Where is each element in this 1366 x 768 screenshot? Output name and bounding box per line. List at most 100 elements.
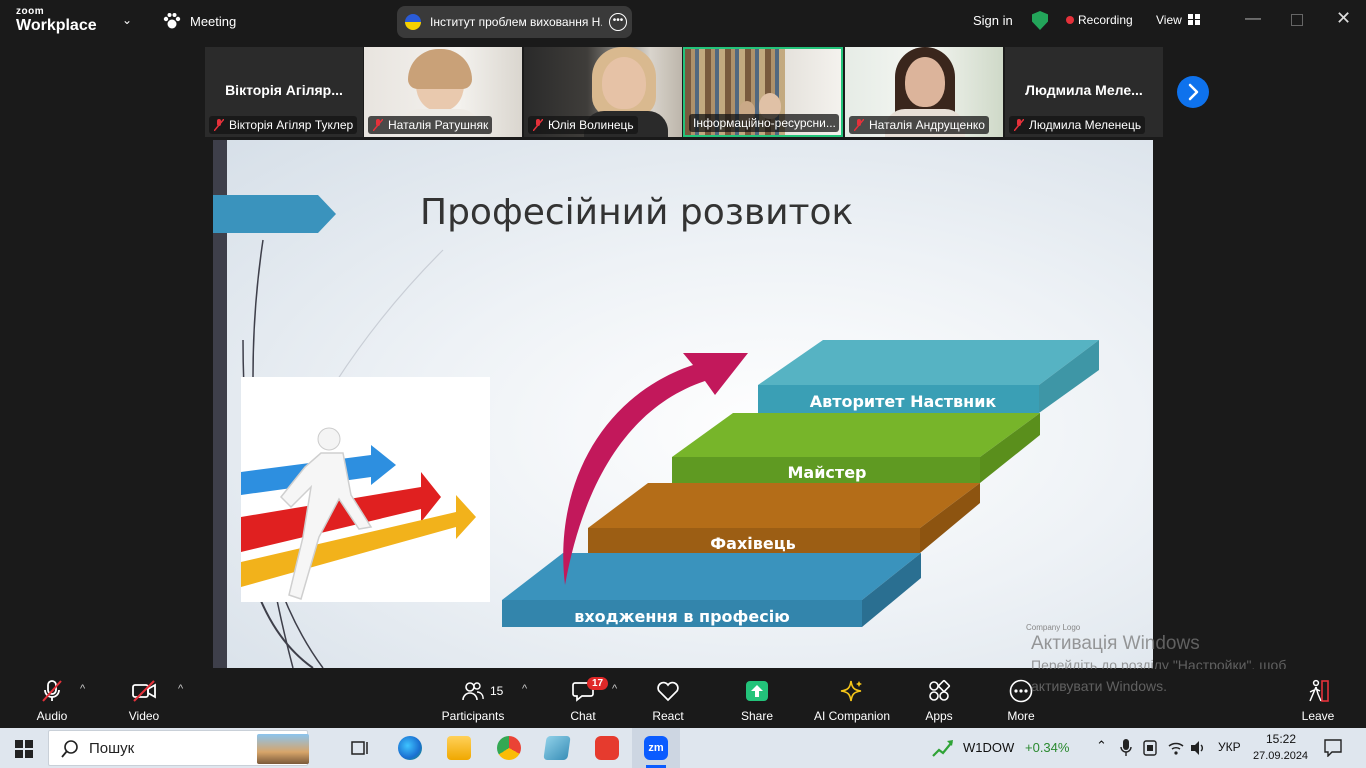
- participant-label: Інформаційно-ресурсни...: [689, 114, 839, 132]
- heart-icon: [657, 681, 679, 702]
- meeting-title: Інститут проблем виховання Н.: [430, 15, 602, 29]
- mic-muted-icon: [533, 119, 543, 131]
- video-button[interactable]: Video: [122, 679, 166, 723]
- app-icon[interactable]: [543, 736, 571, 760]
- file-explorer-icon[interactable]: [447, 736, 471, 760]
- participant-tile-active[interactable]: Інформаційно-ресурсни...: [683, 47, 843, 137]
- grid-view-icon[interactable]: [1188, 14, 1200, 25]
- mic-muted-icon: [854, 119, 864, 131]
- step-label-4: Авторитет Наствник: [809, 392, 997, 411]
- flag-icon: [405, 14, 421, 30]
- wps-office-icon[interactable]: [595, 736, 619, 760]
- participant-label: Вікторія Агіляр Туклер: [209, 116, 358, 134]
- participant-tile[interactable]: Вікторія Агіляр... Вікторія Агіляр Тукле…: [205, 47, 363, 137]
- meeting-toolbar: Audio ^ Video ^ 15 Participants ^ Chat 1…: [0, 669, 1366, 728]
- windows-start-icon[interactable]: [15, 740, 33, 758]
- title-arrow-banner: [213, 195, 336, 233]
- meeting-menu-label: Meeting: [190, 14, 237, 29]
- participant-tile[interactable]: Юлія Волинець: [524, 47, 682, 137]
- participants-icon: [462, 682, 484, 701]
- zoom-logo: zoom Workplace: [16, 7, 97, 34]
- participant-big-name: Людмила Меле...: [1025, 82, 1143, 98]
- shield-check-icon[interactable]: [1032, 11, 1048, 30]
- close-icon[interactable]: ✕: [1336, 8, 1351, 29]
- share-button[interactable]: Share: [736, 679, 778, 723]
- react-button[interactable]: React: [646, 679, 690, 723]
- participant-label: Юлія Волинець: [528, 116, 638, 134]
- meeting-menu[interactable]: Meeting: [162, 11, 236, 36]
- activation-title: Активація Windows: [1031, 633, 1200, 654]
- brand-bottom: Workplace: [16, 17, 97, 34]
- input-language[interactable]: УКР: [1218, 740, 1241, 754]
- shared-slide: Професійний розвиток Авторитет Наствник: [213, 140, 1153, 668]
- participant-tile[interactable]: Людмила Меле... Людмила Меленець: [1005, 47, 1163, 137]
- edge-browser-icon[interactable]: [398, 736, 422, 760]
- zoom-taskbar-icon[interactable]: zm: [644, 736, 668, 760]
- stock-name[interactable]: W1DOW: [963, 740, 1014, 755]
- slide-title: Професійний розвиток: [420, 192, 854, 233]
- chat-options-caret[interactable]: ^: [612, 683, 617, 695]
- leave-icon: [1309, 679, 1329, 702]
- audio-options-caret[interactable]: ^: [80, 683, 85, 695]
- notifications-icon[interactable]: [1324, 739, 1342, 757]
- participants-options-caret[interactable]: ^: [522, 683, 527, 695]
- clock-time[interactable]: 15:22: [1266, 732, 1296, 746]
- participant-label: Наталія Ратушняк: [368, 116, 493, 134]
- meeting-title-pill[interactable]: Інститут проблем виховання Н. •••: [397, 6, 632, 38]
- task-view-icon[interactable]: [350, 738, 370, 758]
- career-staircase: [502, 340, 1099, 627]
- windows-taskbar: Пошук zm W1DOW +0.34% ⌃ УКР 15:22 27.09.…: [0, 728, 1366, 768]
- taskbar-search[interactable]: Пошук: [48, 730, 309, 766]
- brand-top: zoom: [16, 6, 45, 17]
- participant-tile[interactable]: Наталія Андрущенко: [845, 47, 1003, 137]
- chevron-down-icon[interactable]: ⌄: [122, 13, 132, 27]
- participants-button[interactable]: 15 Participants: [440, 679, 506, 723]
- step-label-2: Фахівець: [710, 534, 796, 553]
- step-label-3: Майстер: [787, 463, 867, 482]
- apps-icon: [929, 679, 951, 701]
- minimize-icon[interactable]: —: [1245, 10, 1261, 28]
- clock-date[interactable]: 27.09.2024: [1253, 750, 1308, 762]
- participant-big-name: Вікторія Агіляр...: [225, 82, 343, 98]
- audio-button[interactable]: Audio: [30, 679, 74, 723]
- view-button[interactable]: View: [1156, 13, 1182, 27]
- sparkle-icon: [840, 680, 862, 702]
- video-options-caret[interactable]: ^: [178, 683, 183, 695]
- device-icon[interactable]: [1143, 740, 1157, 756]
- mic-muted-icon: [1014, 119, 1024, 131]
- maximize-icon[interactable]: [1291, 14, 1303, 26]
- chevron-right-icon: [1188, 83, 1199, 101]
- participant-label: Наталія Андрущенко: [849, 116, 989, 134]
- company-logo-text: Company Logo: [1026, 623, 1081, 632]
- title-bar: zoom Workplace ⌄ Meeting Інститут пробле…: [0, 0, 1366, 44]
- chat-unread-badge: 17: [587, 677, 609, 690]
- video-off-icon: [132, 680, 156, 702]
- ai-companion-button[interactable]: AI Companion: [810, 679, 894, 723]
- share-screen-icon: [746, 681, 768, 701]
- search-highlight-image: [257, 734, 309, 764]
- recording-label[interactable]: Recording: [1078, 13, 1133, 27]
- participants-count: 15: [490, 684, 504, 698]
- sign-in-link[interactable]: Sign in: [973, 13, 1013, 28]
- participant-tile[interactable]: Наталія Ратушняк: [364, 47, 522, 137]
- participant-label: Людмила Меленець: [1009, 116, 1146, 134]
- volume-icon[interactable]: [1190, 740, 1206, 756]
- apps-button[interactable]: Apps: [918, 679, 960, 723]
- stock-change: +0.34%: [1025, 740, 1070, 755]
- mic-muted-icon: [214, 119, 224, 131]
- stock-chart-icon[interactable]: [932, 738, 954, 758]
- leave-button[interactable]: Leave: [1298, 679, 1338, 723]
- wifi-icon[interactable]: [1168, 740, 1184, 756]
- microphone-icon[interactable]: [1120, 739, 1132, 757]
- chrome-icon[interactable]: [497, 736, 521, 760]
- activation-line3: активувати Windows.: [1031, 678, 1167, 694]
- mic-muted-icon: [373, 119, 383, 131]
- paw-icon: [163, 13, 181, 29]
- search-icon: [61, 740, 78, 758]
- mic-muted-icon: [42, 680, 62, 702]
- next-page-button[interactable]: [1177, 76, 1209, 108]
- step-label-1: входження в професію: [574, 607, 790, 626]
- tray-overflow-caret[interactable]: ⌃: [1096, 738, 1107, 754]
- participant-video: [602, 57, 646, 109]
- more-options-icon[interactable]: •••: [609, 13, 627, 31]
